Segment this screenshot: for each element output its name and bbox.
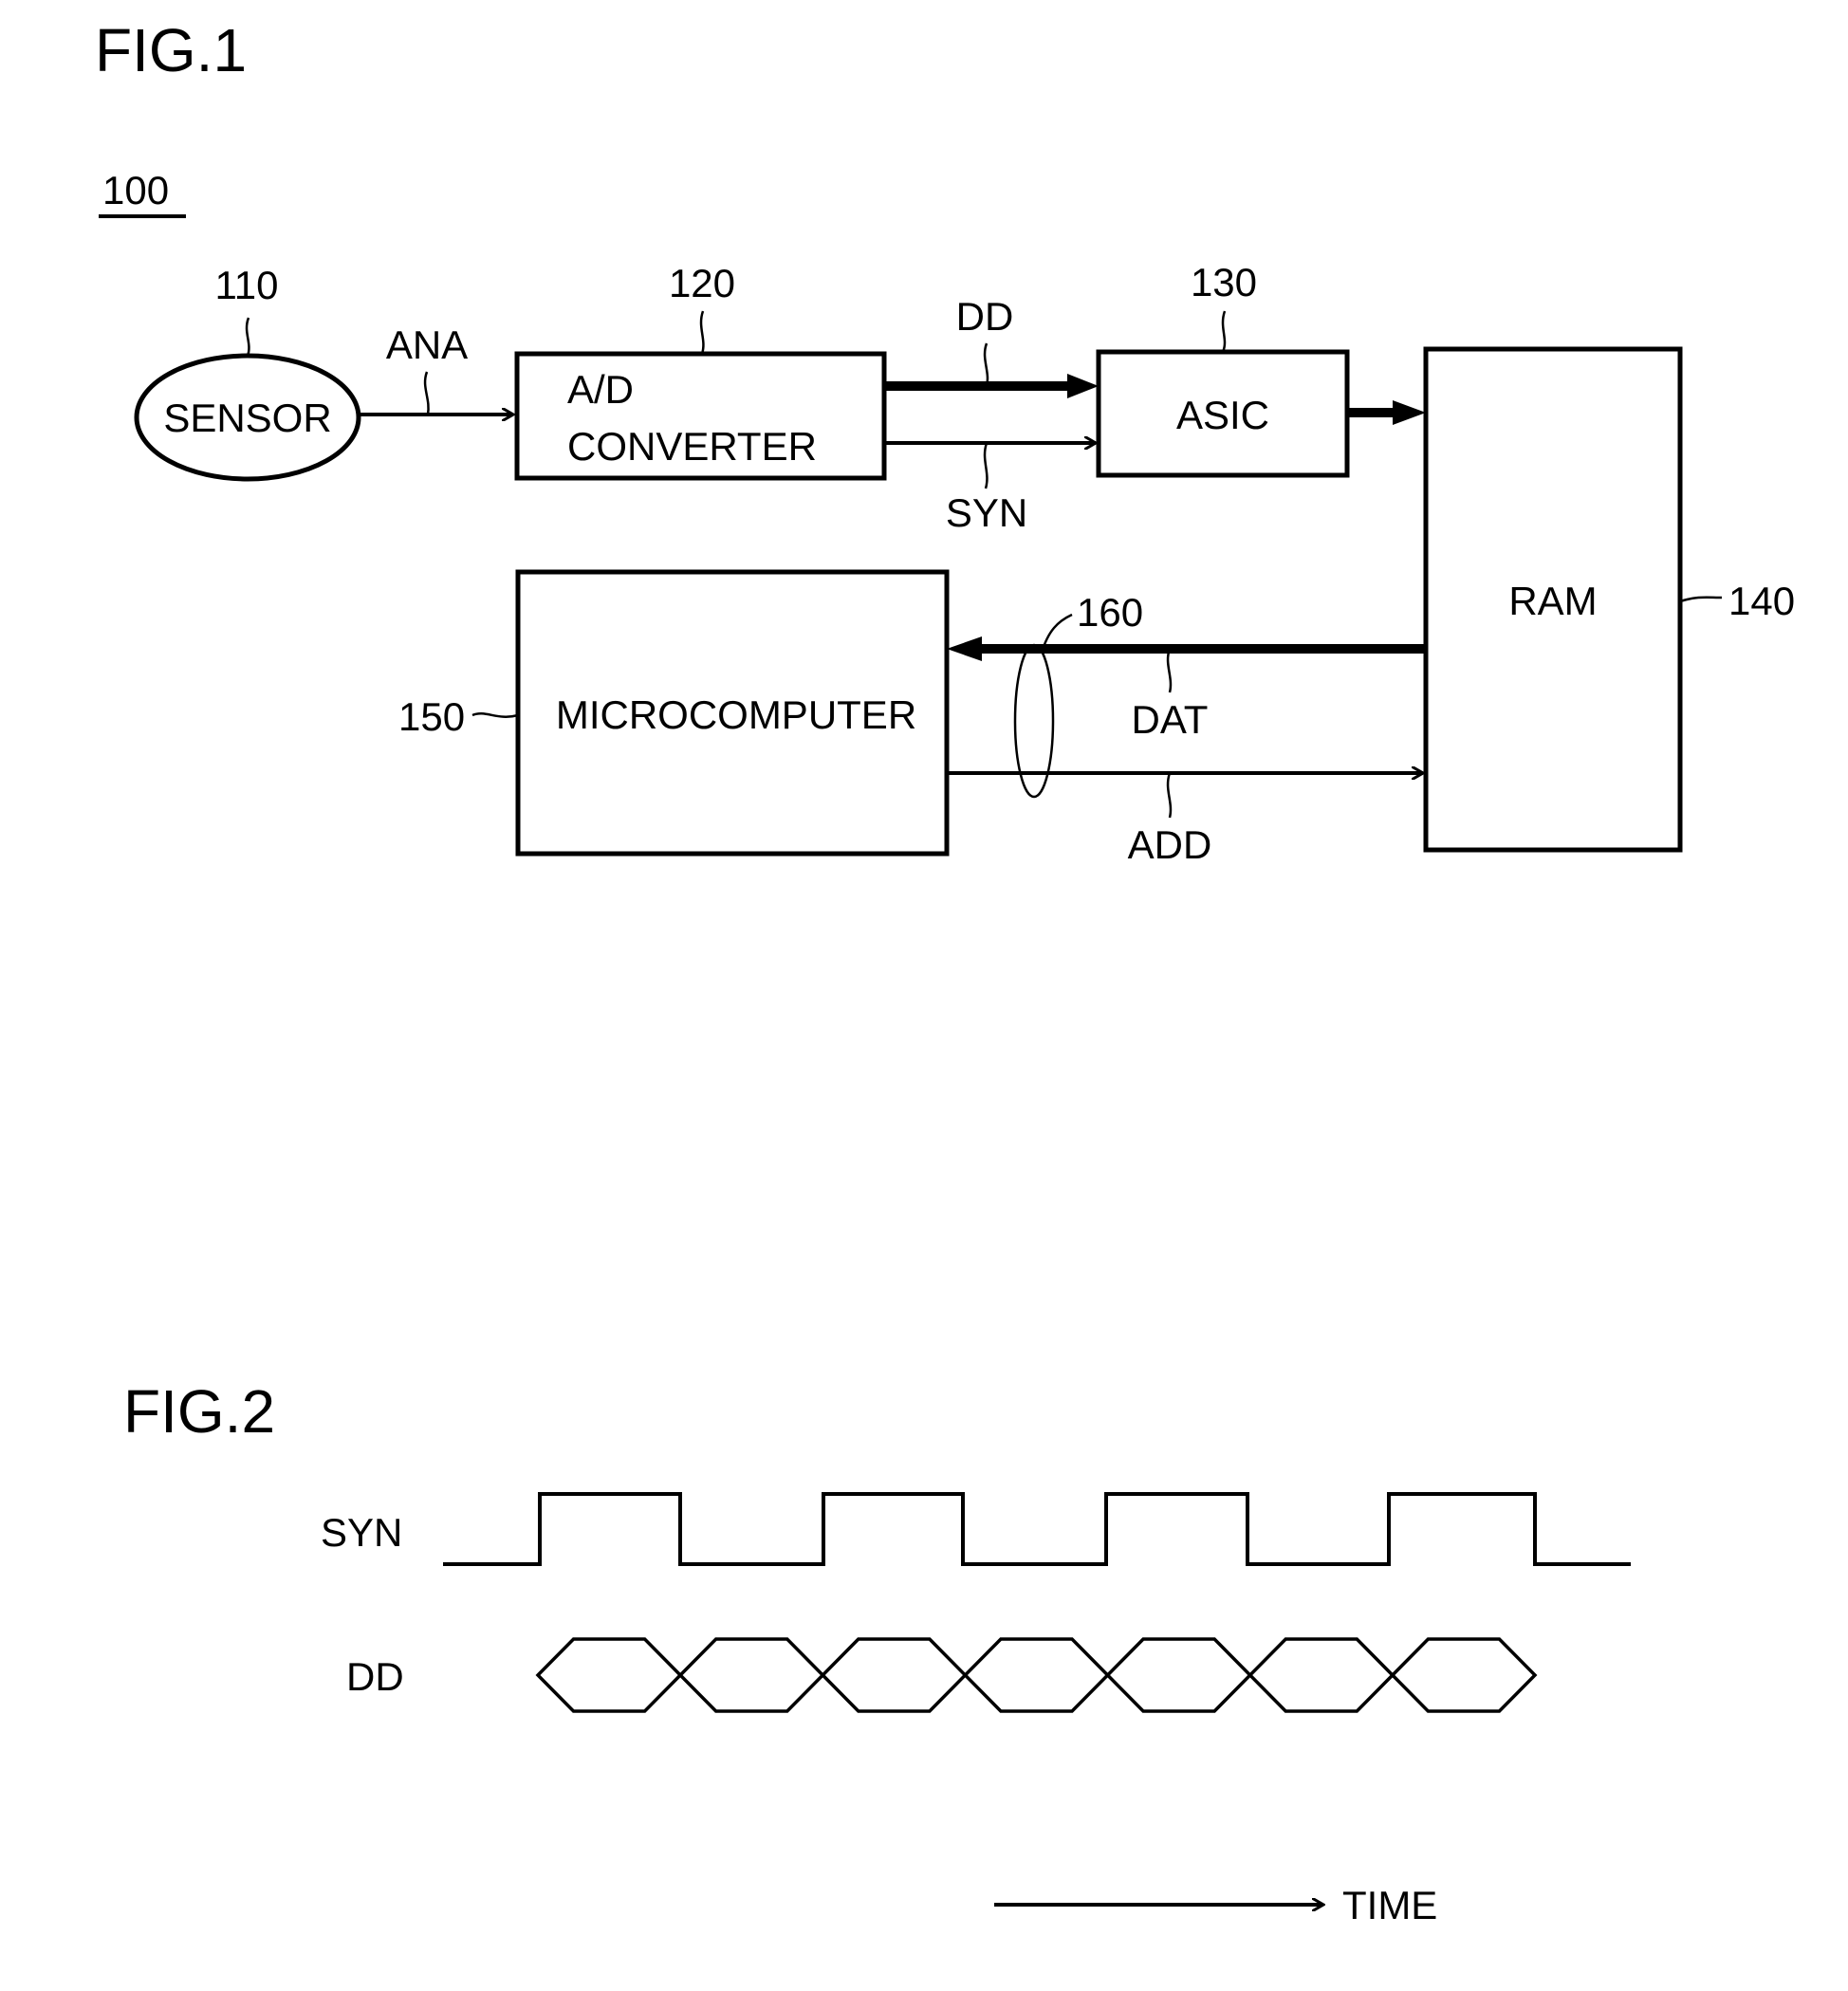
asic-block: ASIC [1096,349,1350,478]
syn-wave-path [443,1492,1631,1566]
adc-label-line2: CONVERTER [567,424,817,469]
bus-ref: 160 [1077,590,1143,635]
sensor-ref: 110 [215,263,279,307]
asic-label: ASIC [1176,393,1269,437]
sensor-leader [245,317,250,357]
dd-data-cell [677,1637,825,1713]
dd-waveform [535,1637,1538,1713]
ana-leader [423,371,430,415]
sensor-label: SENSOR [163,396,331,440]
dd-data-cell [535,1637,683,1713]
dd-data-cell [820,1637,968,1713]
time-label: TIME [1342,1883,1437,1927]
asic-ref: 130 [1191,260,1257,304]
ram-block: 140 RAM [1423,346,1683,853]
dd-data-cell [962,1637,1111,1713]
sensor-block: SENSOR [134,353,361,482]
microcomputer-leader [471,712,519,718]
adc-ref: 120 [669,261,735,305]
asic-ram-arrowhead [1393,400,1426,425]
microcomputer-ref: 150 [398,694,465,739]
dd-data-cell [1105,1637,1253,1713]
adc-leader [699,310,705,355]
dd-data-cell [1390,1637,1538,1713]
fig1-title: FIG.1 [95,16,247,84]
ram-leader [1679,596,1723,603]
dd-data-cell [1247,1637,1395,1713]
dd-waveform-label: DD [346,1654,404,1699]
dd-arrowhead [1067,374,1099,398]
dat-label: DAT [1132,697,1209,742]
dat-arrowhead [947,636,982,661]
dat-leader [1166,648,1173,693]
adc-label-line1: A/D [567,367,634,412]
add-leader [1166,772,1173,819]
syn-leader [983,442,989,489]
adc-block: A/D CONVERTER [514,351,887,481]
syn-waveform-label: SYN [321,1510,402,1555]
dd-label: DD [956,294,1014,339]
ram-text: RAM [1508,579,1597,623]
ram-ref: 140 [1728,579,1795,623]
fig2-title: FIG.2 [123,1377,275,1446]
microcomputer-block: MICROCOMPUTER [515,569,950,857]
asic-leader [1221,310,1227,353]
system-ref: 100 [102,168,169,212]
syn-waveform [443,1492,1631,1566]
ana-label: ANA [386,323,468,367]
dd-leader [983,342,989,387]
microcomputer-label: MICROCOMPUTER [556,692,916,737]
add-label: ADD [1128,822,1212,867]
patent-drawing: FIG.1 100 SENSOR 110 ANA A/D CONVERTER 1… [95,16,1795,1927]
syn-signal-label: SYN [946,490,1027,535]
